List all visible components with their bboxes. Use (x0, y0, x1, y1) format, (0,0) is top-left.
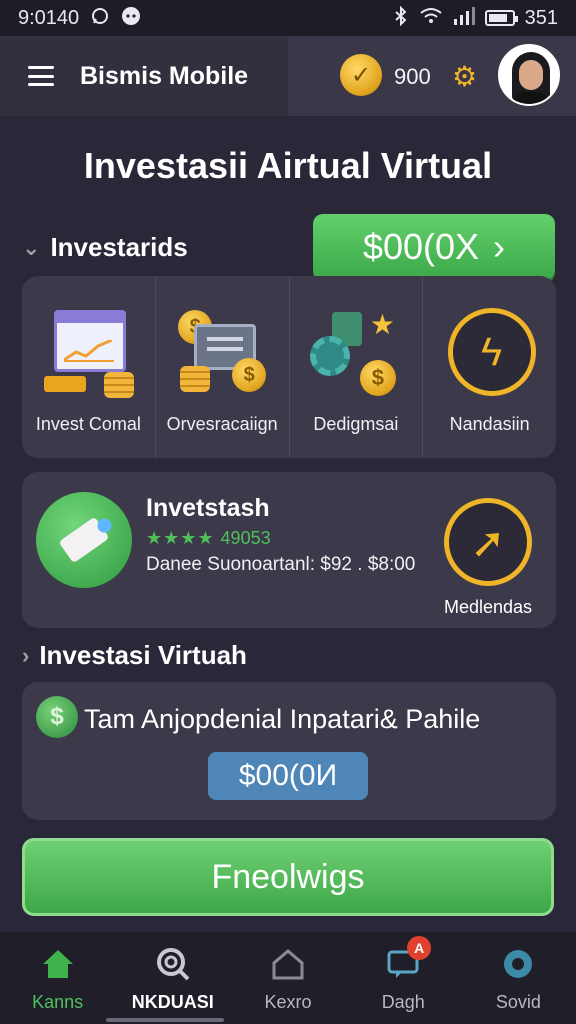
chevron-right-icon: › (493, 226, 506, 267)
nav-label: Kexro (264, 992, 312, 1012)
bluetooth-icon (393, 5, 409, 31)
rating-value: 49053 (220, 528, 271, 548)
nav-label: Sovid (495, 992, 541, 1012)
status-time: 9:0140 (18, 6, 80, 29)
nav-item-kanns[interactable]: Kanns (0, 932, 115, 1024)
runner-badge-icon: ϟ (442, 308, 538, 398)
search-icon (153, 944, 193, 984)
message-icon: A (383, 936, 432, 984)
nav-label: Dagh (381, 992, 425, 1012)
category-label: Orvesracaiign (166, 414, 278, 434)
deal-text: Tam Anjopdenial Inpatari& Pahile (84, 704, 481, 734)
signal-icon (453, 6, 475, 30)
document-coins-icon: $ $ (174, 308, 270, 398)
shield-icon (498, 944, 538, 984)
battery-text: 351 (524, 6, 558, 29)
category-card: Invest Comal $ $ Orvesracaiign ★ $ Dedig… (22, 276, 556, 458)
product-action-label: Medlendas (444, 597, 533, 617)
nav-item-nkduasi[interactable]: NKDUASI (115, 932, 230, 1024)
deal-amount-button[interactable]: $00(0И (208, 752, 368, 800)
nav-item-dagh[interactable]: A Dagh (346, 932, 461, 1024)
category-invest-comal[interactable]: Invest Comal (22, 276, 155, 458)
rating-stars-icon: ★★★★ (146, 528, 215, 548)
product-rating: ★★★★ 49053 (146, 528, 271, 549)
gear-star-icon: ★ $ (308, 308, 404, 398)
app-header: Bismis Mobile ✓ 900 ⚙ (0, 36, 576, 116)
category-nandasiin[interactable]: ϟ Nandasiin (422, 276, 556, 458)
category-label: Dedigmsai (313, 414, 399, 434)
chevron-right-icon: › (22, 642, 30, 668)
primary-button[interactable]: Fneolwigs (22, 838, 554, 916)
section-heading-label: Investasi Virtuah (39, 640, 247, 670)
product-icon (36, 492, 132, 588)
section-heading-label: Investarids (50, 232, 188, 262)
product-title: Invetstash (146, 494, 270, 522)
coin-icon: ✓ (340, 54, 382, 96)
product-card[interactable]: Invetstash ★★★★ 49053 Danee Suonoartanl:… (22, 472, 556, 628)
settings-gear-icon[interactable]: ⚙ (452, 60, 477, 93)
app-title: Bismis Mobile (80, 61, 249, 90)
home-indicator[interactable] (106, 1018, 224, 1022)
chevron-down-icon: ⌄ (22, 234, 41, 260)
arrow-up-right-icon[interactable]: ➚ (444, 498, 532, 586)
battery-icon (484, 10, 518, 26)
product-description: Danee Suonoartanl: $92 . $8:00 (146, 554, 416, 575)
nav-label: Kanns (32, 992, 84, 1012)
house-outline-icon (268, 944, 308, 984)
chat-icon (121, 6, 141, 31)
coin-balance: 900 (394, 64, 431, 89)
nav-item-sovid[interactable]: Sovid (461, 932, 576, 1024)
chart-monitor-icon (40, 308, 136, 398)
category-label: Invest Comal (35, 414, 141, 434)
status-bar: 9:0140 351 (0, 0, 576, 36)
page-title: Investasii Airtual Virtual (83, 145, 493, 186)
category-orvesracaiign[interactable]: $ $ Orvesracaiign (154, 276, 289, 458)
category-dedigmsai[interactable]: ★ $ Dedigmsai (288, 276, 423, 458)
deal-card[interactable]: $ Tam Anjopdenial Inpatari& Pahile $00(0… (22, 682, 556, 820)
wifi-icon (419, 7, 443, 30)
category-label: Nandasiin (449, 414, 530, 434)
home-icon (38, 944, 78, 984)
bottom-nav: Kanns NKDUASI Kexro A Dagh Sovid (0, 932, 576, 1024)
invest-amount-button[interactable]: $00(0X › (313, 214, 555, 280)
nav-label: NKDUASI (131, 992, 214, 1012)
notification-badge: A (407, 936, 432, 960)
dollar-coin-icon: $ (36, 696, 78, 738)
whatsapp-icon (91, 7, 109, 30)
section-heading-investasi-virtuah[interactable]: › Investasi Virtuah (22, 640, 247, 671)
invest-amount-label: $00(0X (362, 226, 480, 267)
nav-item-kexro[interactable]: Kexro (230, 932, 345, 1024)
menu-icon[interactable] (28, 66, 54, 86)
section-heading-investarids[interactable]: ⌄ Investarids (22, 232, 188, 263)
avatar[interactable] (498, 44, 560, 106)
